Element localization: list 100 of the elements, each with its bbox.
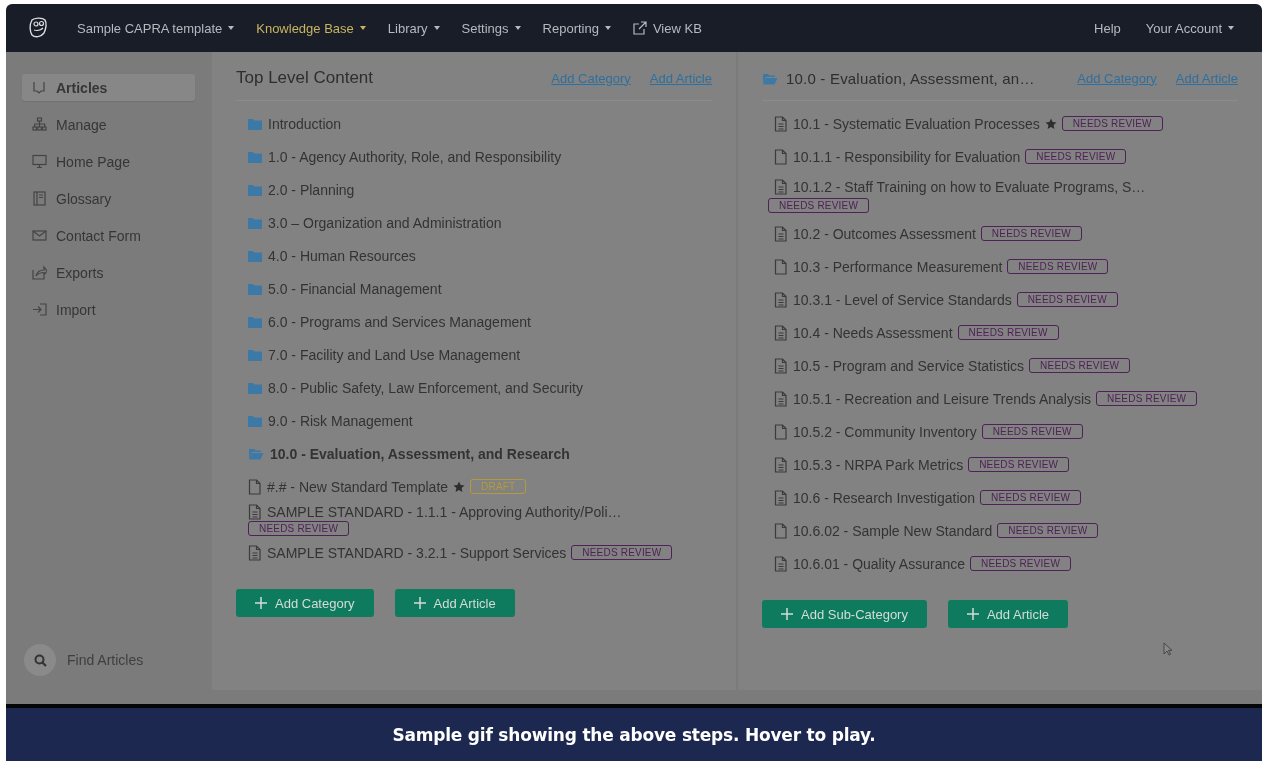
plus-icon <box>413 597 426 609</box>
article-link[interactable]: SAMPLE STANDARD - 1.1.1 - Approving Authority/Poli… <box>248 503 622 520</box>
document-icon <box>774 357 787 374</box>
plus-icon <box>255 597 267 609</box>
folder-icon <box>248 150 262 163</box>
status-badge: NEEDS REVIEW <box>981 424 1083 439</box>
category-link[interactable]: 6.0 - Programs and Services Management <box>248 313 531 330</box>
sidebar-item[interactable]: Import <box>22 296 195 323</box>
sign-in-icon <box>32 302 47 317</box>
article-link[interactable]: SAMPLE STANDARD - 3.2.1 - Support Services <box>248 544 567 561</box>
category-link[interactable]: 8.0 - Public Safety, Law Enforcement, and Security <box>248 379 583 396</box>
article-link[interactable]: 10.1 - Systematic Evaluation Processes <box>774 115 1040 132</box>
open-folder-icon <box>762 71 778 85</box>
panel-title: Top Level Content <box>236 68 374 88</box>
envelope-icon <box>32 228 47 243</box>
nav-menu-link[interactable]: Help <box>1094 20 1121 36</box>
nav-menu-link[interactable]: Knowledge Base <box>256 20 366 36</box>
article-link[interactable]: 10.5.3 - NRPA Park Metrics <box>774 456 964 473</box>
document-icon <box>774 115 787 132</box>
sidebar-item[interactable]: Glossary <box>22 185 195 212</box>
folder-icon <box>248 414 262 427</box>
caption-text: Sample gif showing the above steps. Hover to play. <box>392 724 876 745</box>
article-link[interactable]: 10.5.1 - Recreation and Leisure Trends Analysis <box>774 390 1092 407</box>
owl-logo-icon <box>28 17 48 39</box>
add-button[interactable]: Add Sub-Category <box>762 600 927 628</box>
plus-icon <box>781 608 793 620</box>
status-badge: NEEDS REVIEW <box>1025 149 1127 164</box>
category-link[interactable]: 10.0 - Evaluation, Assessment, and Research <box>248 445 570 462</box>
sidebar-item[interactable]: Home Page <box>22 148 195 175</box>
category-link[interactable]: 1.0 - Agency Authority, Role, and Responsibility <box>248 148 562 165</box>
blank-document-icon <box>774 522 787 539</box>
folder-icon <box>248 249 262 262</box>
nav-menu-link[interactable]: Settings <box>461 20 521 36</box>
category-link[interactable]: 5.0 - Financial Management <box>248 280 442 297</box>
category-link[interactable]: 2.0 - Planning <box>248 181 355 198</box>
article-link[interactable]: 10.6 - Research Investigation <box>774 489 976 506</box>
status-badge: NEEDS REVIEW <box>1096 391 1198 406</box>
share-icon <box>32 265 47 280</box>
status-badge: NEEDS REVIEW <box>248 520 350 536</box>
cursor-icon <box>1163 642 1172 656</box>
article-link[interactable]: 10.1.1 - Responsibility for Evaluation <box>774 148 1021 165</box>
document-icon <box>774 324 787 341</box>
nav-menu-link[interactable]: Library <box>387 20 440 36</box>
folder-icon <box>248 117 262 130</box>
monitor-icon <box>32 154 47 169</box>
sidebar-item[interactable]: Articles <box>22 74 195 101</box>
article-link[interactable]: 10.2 - Outcomes Assessment <box>774 225 976 242</box>
category-link[interactable]: 3.0 – Organization and Administration <box>248 214 502 231</box>
org-chart-icon <box>32 117 47 132</box>
category-link[interactable]: 4.0 - Human Resources <box>248 247 416 264</box>
sidebar-item[interactable]: Exports <box>22 259 195 286</box>
article-link[interactable]: 10.3.1 - Level of Service Standards <box>774 291 1012 308</box>
blank-document-icon <box>774 148 787 165</box>
article-link[interactable]: #.# - New Standard Template <box>248 478 449 495</box>
status-badge: NEEDS REVIEW <box>1029 358 1131 373</box>
document-icon <box>248 544 261 561</box>
status-badge: NEEDS REVIEW <box>968 457 1070 472</box>
folder-icon <box>248 315 262 328</box>
search-button[interactable] <box>24 644 56 676</box>
status-badge: NEEDS REVIEW <box>768 198 870 213</box>
folder-icon <box>248 183 262 196</box>
nav-menu-link[interactable]: Reporting <box>542 20 611 36</box>
blank-document-icon <box>774 423 787 440</box>
sidebar-item[interactable]: Manage <box>22 111 195 138</box>
document-icon <box>774 489 787 506</box>
status-badge: NEEDS REVIEW <box>970 556 1072 571</box>
nav-menu-link[interactable]: Your Account <box>1145 20 1234 36</box>
article-link[interactable]: 10.6.01 - Quality Assurance <box>774 555 965 572</box>
add-button[interactable]: Add Article <box>947 600 1069 628</box>
status-badge: NEEDS REVIEW <box>1061 116 1163 131</box>
status-badge: NEEDS REVIEW <box>980 490 1082 505</box>
article-link[interactable]: 10.3 - Performance Measurement <box>774 258 1003 275</box>
category-link[interactable]: Introduction <box>248 115 342 132</box>
category-link[interactable]: 9.0 - Risk Management <box>248 412 413 429</box>
speech-bracket-icon <box>32 80 47 95</box>
article-link[interactable]: 10.1.2 - Staff Training on how to Evaluate Programs, S… <box>774 179 1146 195</box>
nav-menu-link[interactable]: View KB <box>632 20 702 36</box>
blank-document-icon <box>774 258 787 275</box>
category-link[interactable]: 7.0 - Facility and Land Use Management <box>248 346 521 363</box>
article-link[interactable]: 10.5.2 - Community Inventory <box>774 423 977 440</box>
folder-icon <box>248 381 262 394</box>
document-icon <box>248 503 261 520</box>
status-badge: NEEDS REVIEW <box>957 325 1059 340</box>
search-field[interactable]: Find Articles <box>65 651 189 669</box>
article-link[interactable]: 10.4 - Needs Assessment <box>774 324 953 341</box>
panel-title: 10.0 - Evaluation, Assessment, an… <box>786 69 1035 87</box>
book-icon <box>32 191 47 206</box>
document-icon <box>774 225 787 242</box>
status-badge: DRAFT <box>470 479 527 494</box>
add-button[interactable]: Add Article <box>394 589 515 617</box>
plus-icon <box>966 608 979 620</box>
status-badge: NEEDS REVIEW <box>1007 259 1109 274</box>
external-link-icon <box>632 21 647 35</box>
open-folder-icon <box>248 447 264 460</box>
add-button[interactable]: Add Category <box>236 589 374 617</box>
sidebar-item[interactable]: Contact Form <box>22 222 195 249</box>
article-link[interactable]: 10.6.02 - Sample New Standard <box>774 522 993 539</box>
nav-menu-link[interactable]: Sample CAPRA template <box>77 20 235 36</box>
article-link[interactable]: 10.5 - Program and Service Statistics <box>774 357 1025 374</box>
document-icon <box>774 555 787 572</box>
